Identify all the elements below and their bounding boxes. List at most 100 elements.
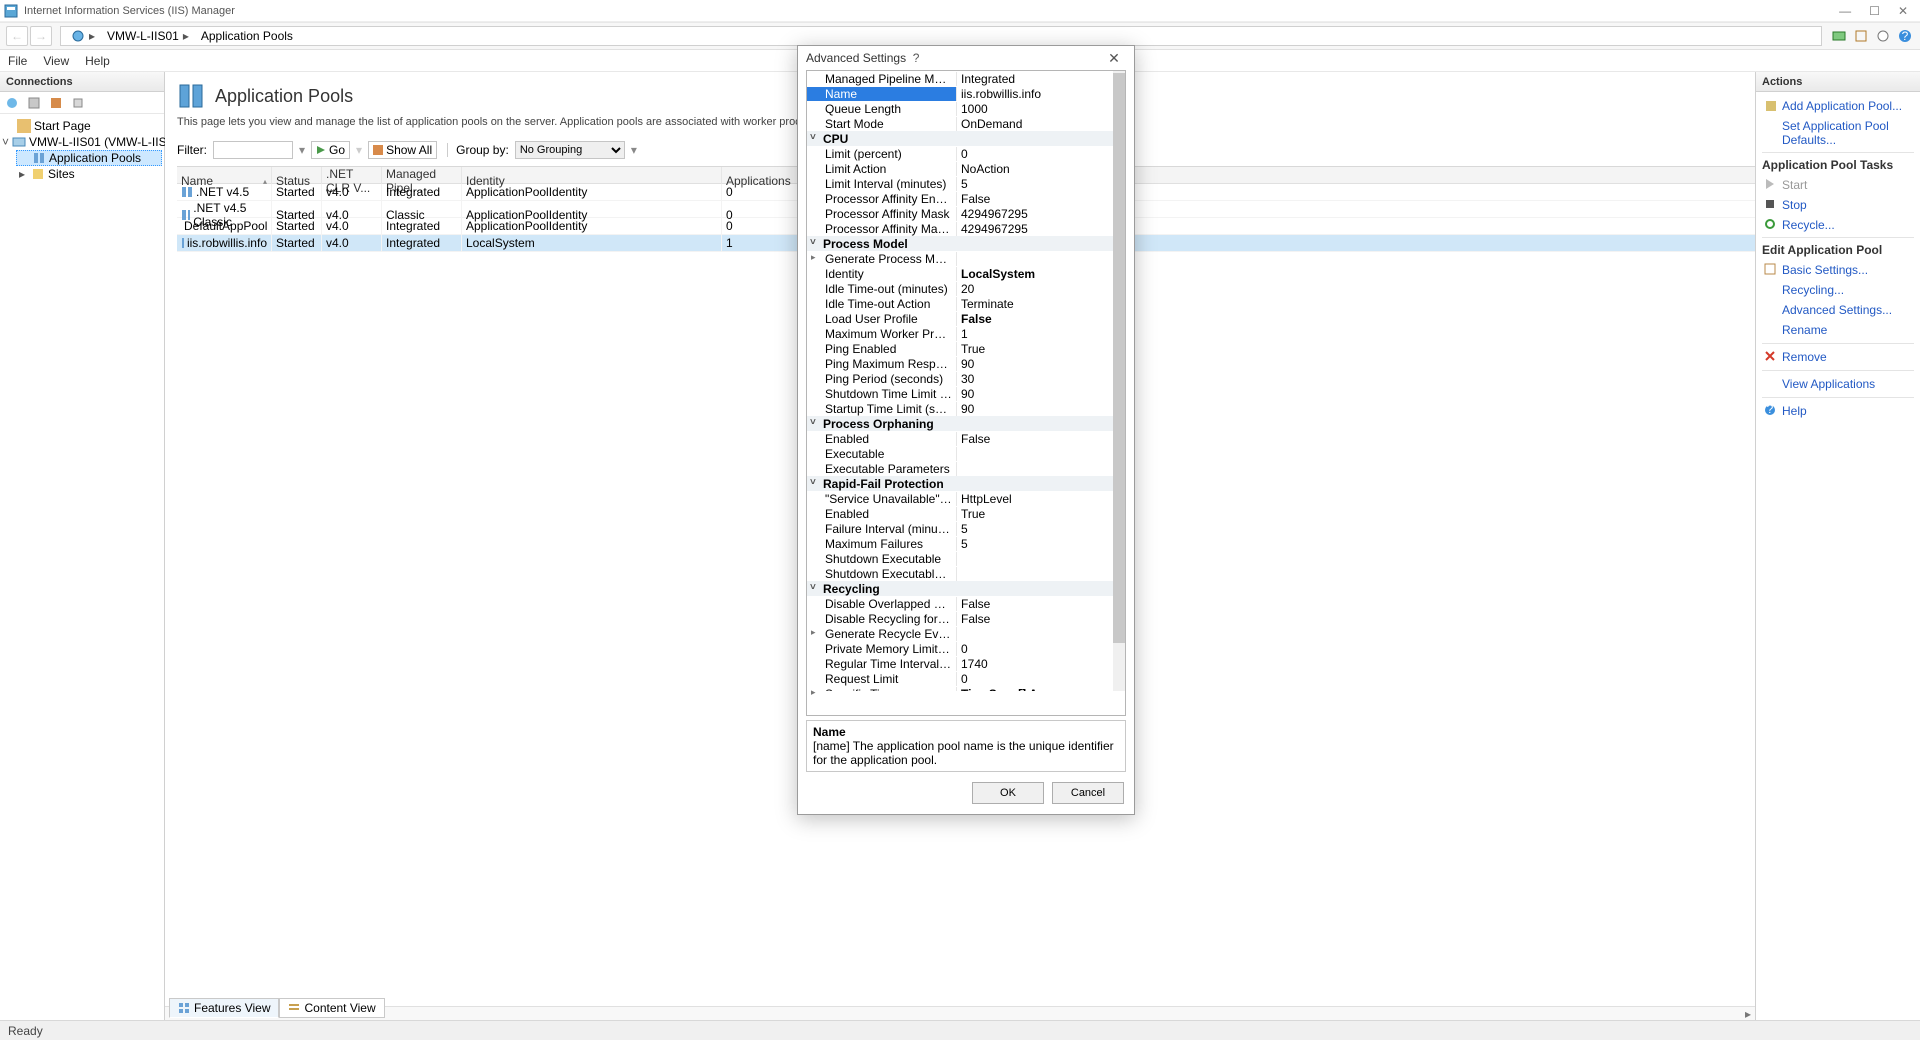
property-row[interactable]: Start ModeOnDemand (807, 116, 1125, 131)
action-advanced[interactable]: Advanced Settings... (1762, 300, 1914, 320)
action-recycle[interactable]: Recycle... (1762, 215, 1914, 235)
dialog-help-icon[interactable]: ? (906, 51, 926, 65)
menu-help[interactable]: Help (85, 54, 110, 68)
breadcrumb-server[interactable]: VMW-L-IIS01 ▸ (101, 29, 195, 43)
property-row[interactable]: IdentityLocalSystem (807, 266, 1125, 281)
property-row[interactable]: Processor Affinity EnabledFalse (807, 191, 1125, 206)
property-row[interactable]: Processor Affinity Mask4294967295 (807, 206, 1125, 221)
filter-input[interactable] (213, 141, 293, 159)
refresh-icon[interactable] (48, 95, 64, 111)
maximize-icon[interactable]: ☐ (1869, 4, 1880, 18)
property-category[interactable]: ˅Process Orphaning (807, 416, 1125, 431)
action-view-apps[interactable]: View Applications (1762, 374, 1914, 394)
close-icon[interactable]: ✕ (1898, 4, 1908, 18)
property-row[interactable]: Maximum Failures5 (807, 536, 1125, 551)
property-row[interactable]: Private Memory Limit (KB)0 (807, 641, 1125, 656)
tree-sites[interactable]: ▸ Sites (16, 166, 162, 182)
groupby-select[interactable]: No Grouping (515, 141, 625, 159)
property-row[interactable]: ▸Generate Recycle Event Log Entr (807, 626, 1125, 641)
property-row[interactable]: Shutdown Executable Parameters (807, 566, 1125, 581)
collapse-icon[interactable]: ˅ (810, 582, 816, 593)
action-recycling[interactable]: Recycling... (1762, 280, 1914, 300)
action-start[interactable]: Start (1762, 175, 1914, 195)
property-row[interactable]: Processor Affinity Mask (64-bit o4294967… (807, 221, 1125, 236)
property-row[interactable]: Startup Time Limit (seconds)90 (807, 401, 1125, 416)
property-row[interactable]: Executable Parameters (807, 461, 1125, 476)
collapse-icon[interactable]: ˅ (810, 417, 816, 428)
property-row[interactable]: Load User ProfileFalse (807, 311, 1125, 326)
breadcrumb-node[interactable]: Application Pools (195, 29, 299, 43)
scroll-thumb[interactable] (1113, 73, 1125, 643)
collapse-icon[interactable]: ˅ (810, 132, 816, 143)
go-button[interactable]: Go (311, 141, 350, 159)
nav-back-button[interactable]: ← (6, 26, 28, 46)
features-view-tab[interactable]: Features View (169, 998, 279, 1018)
collapse-icon[interactable]: ˅ (810, 477, 816, 488)
stop-conn-icon[interactable] (70, 95, 86, 111)
scroll-right-icon[interactable]: ▸ (1741, 1007, 1755, 1021)
property-row[interactable]: "Service Unavailable" Response THttpLeve… (807, 491, 1125, 506)
cancel-button[interactable]: Cancel (1052, 782, 1124, 804)
content-view-tab[interactable]: Content View (279, 998, 384, 1018)
property-row[interactable]: Disable Overlapped RecycleFalse (807, 596, 1125, 611)
property-row[interactable]: Ping Period (seconds)30 (807, 371, 1125, 386)
property-category[interactable]: ˅Process Model (807, 236, 1125, 251)
property-row[interactable]: Executable (807, 446, 1125, 461)
connect-icon[interactable] (4, 95, 20, 111)
nav-forward-button[interactable]: → (30, 26, 52, 46)
action-add-apppool[interactable]: Add Application Pool... (1762, 96, 1914, 116)
help-dropdown-icon[interactable]: ? (1896, 27, 1914, 45)
action-help[interactable]: ?Help (1762, 401, 1914, 421)
property-row[interactable]: Failure Interval (minutes)5 (807, 521, 1125, 536)
tree-app-pools[interactable]: Application Pools (16, 150, 162, 166)
toolbar-icon-2[interactable] (1852, 27, 1870, 45)
dialog-scrollbar[interactable] (1113, 71, 1125, 691)
property-row[interactable]: Shutdown Time Limit (seconds)90 (807, 386, 1125, 401)
property-row[interactable]: ▸Specific TimesTimeSpan[] Array▾ (807, 686, 1125, 691)
property-row[interactable]: EnabledTrue (807, 506, 1125, 521)
property-category[interactable]: ˅CPU (807, 131, 1125, 146)
property-row[interactable]: Shutdown Executable (807, 551, 1125, 566)
collapse-icon[interactable]: ˅ (2, 135, 9, 149)
property-row[interactable]: Managed Pipeline ModeIntegrated (807, 71, 1125, 86)
property-row[interactable]: Regular Time Interval (minutes)1740 (807, 656, 1125, 671)
property-row[interactable]: Limit (percent)0 (807, 146, 1125, 161)
property-row[interactable]: Ping EnabledTrue (807, 341, 1125, 356)
action-stop[interactable]: Stop (1762, 195, 1914, 215)
horizontal-scrollbar[interactable]: ◂ ▸ (165, 1006, 1755, 1020)
expand-icon[interactable]: ▸ (16, 167, 28, 181)
menu-view[interactable]: View (43, 54, 69, 68)
property-category[interactable]: ˅Rapid-Fail Protection (807, 476, 1125, 491)
tree-server-node[interactable]: ˅ VMW-L-IIS01 (VMW-L-IIS01\A (2, 134, 162, 150)
property-row[interactable]: ▸Generate Process Model Event L (807, 251, 1125, 266)
property-row[interactable]: Request Limit0 (807, 671, 1125, 686)
toolbar-icon-3[interactable] (1874, 27, 1892, 45)
dropdown-icon[interactable]: ▾ (299, 143, 305, 157)
save-icon[interactable] (26, 95, 42, 111)
property-grid[interactable]: Managed Pipeline ModeIntegratedNameiis.r… (807, 71, 1125, 691)
property-row[interactable]: Disable Recycling for ConfiguratFalse (807, 611, 1125, 626)
breadcrumb[interactable]: ▸ VMW-L-IIS01 ▸ Application Pools (60, 26, 1822, 46)
ok-button[interactable]: OK (972, 782, 1044, 804)
property-row[interactable]: Idle Time-out ActionTerminate (807, 296, 1125, 311)
tree-start-page[interactable]: Start Page (2, 118, 162, 134)
action-rename[interactable]: Rename (1762, 320, 1914, 340)
dialog-close-icon[interactable]: ✕ (1102, 50, 1126, 67)
action-set-defaults[interactable]: Set Application Pool Defaults... (1762, 116, 1914, 150)
breadcrumb-root[interactable]: ▸ (65, 29, 101, 43)
property-row[interactable]: Limit ActionNoAction (807, 161, 1125, 176)
menu-file[interactable]: File (8, 54, 27, 68)
property-row[interactable]: Queue Length1000 (807, 101, 1125, 116)
dialog-titlebar[interactable]: Advanced Settings ? ✕ (798, 46, 1134, 70)
property-category[interactable]: ˅Recycling (807, 581, 1125, 596)
minimize-icon[interactable]: — (1839, 4, 1851, 18)
property-row[interactable]: Idle Time-out (minutes)20 (807, 281, 1125, 296)
dropdown-icon[interactable]: ▾ (631, 143, 637, 157)
property-row[interactable]: Limit Interval (minutes)5 (807, 176, 1125, 191)
show-all-button[interactable]: Show All (368, 141, 437, 159)
action-remove[interactable]: Remove (1762, 347, 1914, 367)
property-row[interactable]: Nameiis.robwillis.info (807, 86, 1125, 101)
collapse-icon[interactable]: ˅ (810, 237, 816, 248)
toolbar-icon-1[interactable] (1830, 27, 1848, 45)
property-row[interactable]: Ping Maximum Response Time (90 (807, 356, 1125, 371)
